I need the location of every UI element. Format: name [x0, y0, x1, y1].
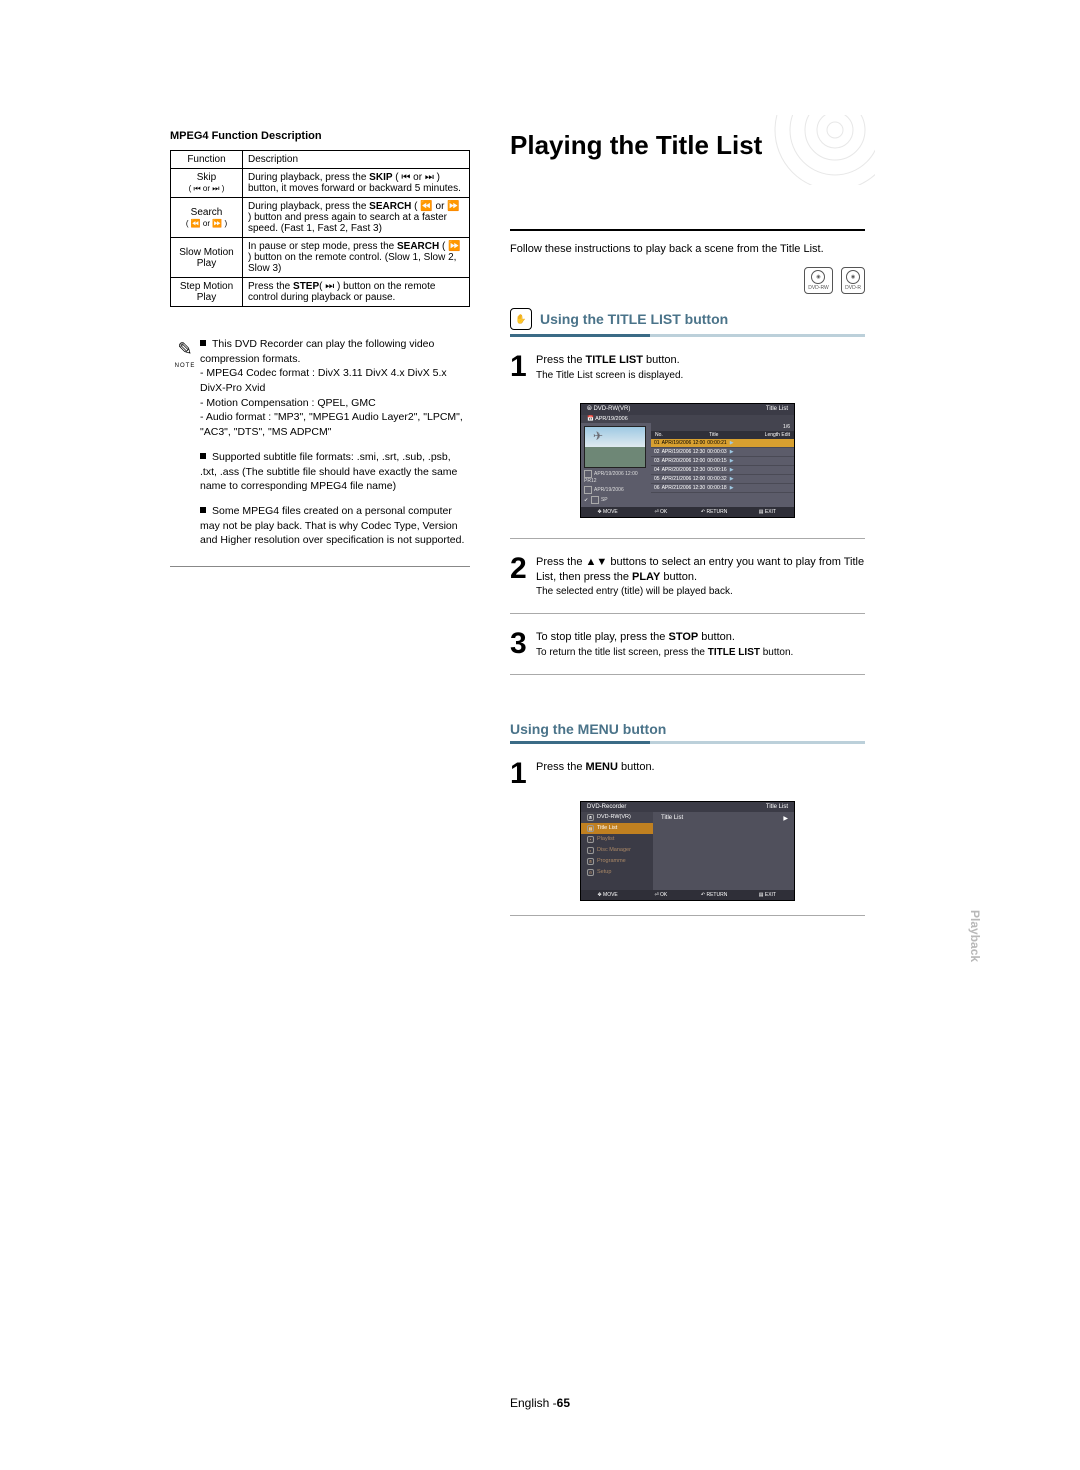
side-item-title-list: ▤Title List	[581, 823, 653, 834]
osd-menu: DVD-RecorderTitle List ⦾DVD-RW(VR) ▤Titl…	[580, 801, 795, 901]
page-footer: English -65	[0, 1396, 1080, 1410]
thumbnail-icon	[584, 426, 646, 468]
right-column: Playing the Title List Follow these inst…	[510, 130, 865, 916]
list-row: 04APR/20/2006 12:3000:00:16▶	[651, 466, 794, 475]
step-b1: 1 Press the MENU button.	[510, 760, 865, 787]
row-search: Search( ⏪ or ⏩ ) During playback, press …	[171, 198, 470, 238]
subhead-title-list: ✋ Using the TITLE LIST button	[510, 308, 865, 330]
mpeg-function-table: Function Description Skip( ⏮ or ⏭ ) Duri…	[170, 150, 470, 307]
list-row: 01APR/19/2006 12:0000:00:21▶	[651, 439, 794, 448]
subhead-bar	[510, 741, 865, 744]
bullet-icon	[200, 507, 206, 513]
subhead-menu: Using the MENU button	[510, 721, 865, 737]
row-slow-motion: Slow Motion Play In pause or step mode, …	[171, 238, 470, 278]
list-row: 06APR/21/2006 12:3000:00:18▶	[651, 484, 794, 493]
bullet-icon	[200, 340, 206, 346]
step-number: 3	[510, 630, 532, 660]
left-column: MPEG4 Function Description Function Desc…	[170, 130, 470, 916]
disc-badge-dvdrw: ◉DVD-RW	[804, 267, 832, 294]
list-row: 03APR/20/2006 12:0000:00:15▶	[651, 457, 794, 466]
note-label: NOTE	[170, 362, 200, 370]
divider	[510, 915, 865, 916]
note-pencil-icon: ✎	[170, 337, 200, 362]
bullet-icon	[200, 453, 206, 459]
step-1: 1 Press the TITLE LIST button. The Title…	[510, 353, 865, 383]
step-number: 2	[510, 555, 532, 600]
page: MPEG4 Function Description Function Desc…	[0, 0, 1080, 976]
subhead-bar	[510, 334, 865, 337]
mpeg-func-heading: MPEG4 Function Description	[170, 130, 470, 142]
remote-icon: ✋	[510, 308, 532, 330]
divider	[510, 538, 865, 539]
disc-badges: ◉DVD-RW ◉DVD-R	[510, 265, 865, 294]
step-2: 2 Press the ▲▼ buttons to select an entr…	[510, 555, 865, 600]
side-item-playlist: ⦿Playlist	[581, 834, 653, 845]
hero-rule	[510, 229, 865, 231]
th-function: Function	[171, 151, 243, 169]
divider	[510, 613, 865, 614]
list-row: 05APR/21/2006 12:0000:00:32▶	[651, 475, 794, 484]
step-3: 3 To stop title play, press the STOP but…	[510, 630, 865, 660]
row-skip: Skip( ⏮ or ⏭ ) During playback, press th…	[171, 169, 470, 198]
chevron-right-icon: ▶	[783, 815, 788, 822]
side-item-disc-manager: ◐Disc Manager	[581, 845, 653, 856]
osd-title-list: ⦾ DVD-RW(VR)Title List 📅 APR/19/2006 APR…	[580, 403, 795, 518]
disc-icon: ◉	[846, 270, 860, 284]
hero: Playing the Title List	[510, 130, 865, 231]
intro-text: Follow these instructions to play back a…	[510, 243, 865, 255]
list-row: 02APR/19/2006 12:3000:00:03▶	[651, 448, 794, 457]
note-block: ✎ NOTE This DVD Recorder can play the fo…	[170, 337, 470, 558]
divider	[170, 566, 470, 567]
side-item-setup: ⚙Setup	[581, 867, 653, 878]
step-number: 1	[510, 760, 532, 787]
disc-icon: ⦾	[587, 814, 594, 821]
row-step-motion: Step Motion Play Press the STEP( ⏭ ) but…	[171, 278, 470, 307]
side-tab-playback: Playback	[968, 910, 982, 962]
th-description: Description	[243, 151, 470, 169]
disc-graphic-icon	[755, 115, 875, 185]
disc-icon: ◉	[811, 270, 825, 284]
side-item-programme: ⦾Programme	[581, 856, 653, 867]
disc-badge-dvdr: ◉DVD-R	[841, 267, 865, 294]
step-number: 1	[510, 353, 532, 383]
